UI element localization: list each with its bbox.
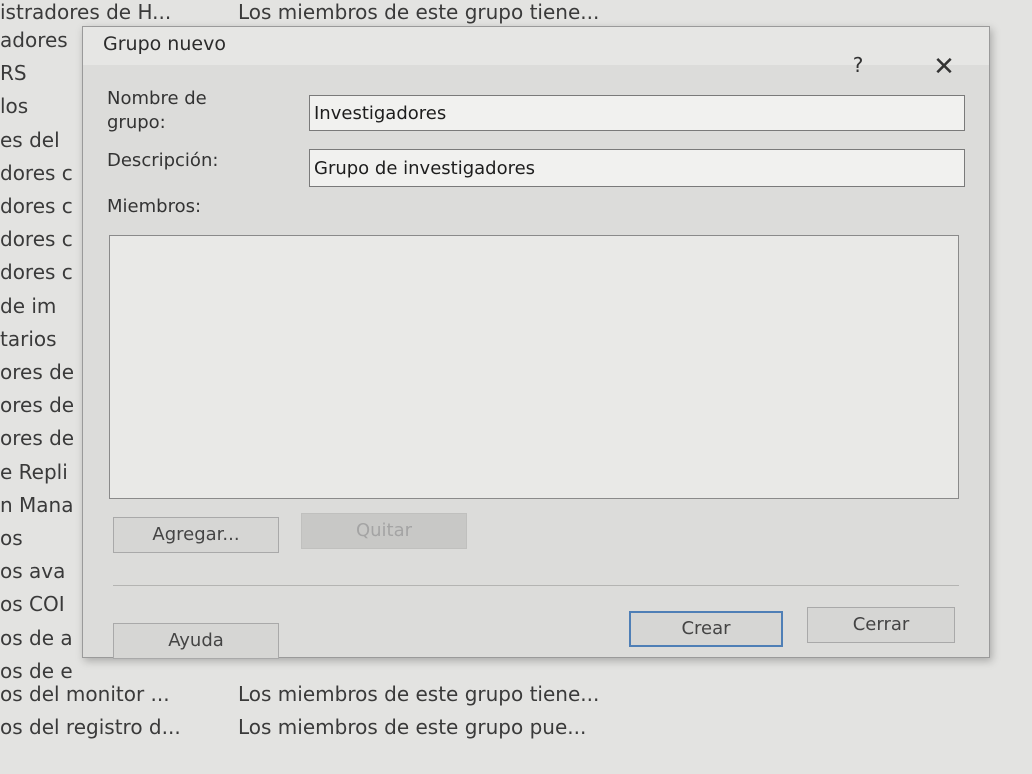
group-name-cell: os del registro d...: [0, 715, 181, 739]
divider: [113, 585, 959, 586]
group-name-cell: os de a: [0, 625, 73, 650]
add-member-button[interactable]: Agregar...: [113, 517, 279, 553]
group-name-cell: n Mana: [0, 492, 74, 517]
group-name-cell: os: [0, 526, 23, 550]
group-description-cell: Los miembros de este grupo tiene...: [238, 682, 600, 706]
group-name-cell: os COI: [0, 592, 65, 617]
group-name-cell: es del: [0, 127, 60, 152]
dialog-title: Grupo nuevo: [103, 33, 226, 55]
group-name-cell: os del monitor ...: [0, 682, 170, 706]
group-name-cell: e Repli: [0, 459, 68, 484]
group-name-cell: ores de: [0, 360, 75, 384]
group-name-label-line2: grupo:: [107, 112, 166, 133]
group-name-cell: ores de: [0, 393, 75, 418]
remove-member-button[interactable]: Quitar: [301, 513, 467, 549]
group-description-cell: Los miembros de este grupo tiene...: [238, 0, 600, 24]
group-name-cell: dores c: [0, 260, 73, 285]
members-list[interactable]: [109, 235, 959, 499]
members-label: Miembros:: [107, 196, 202, 217]
group-name-cell: ores de: [0, 426, 75, 451]
group-name-cell: RS: [0, 61, 27, 86]
group-name-cell: los: [0, 94, 29, 119]
group-name-cell: dores c: [0, 160, 73, 185]
group-name-cell: dores c: [0, 194, 73, 218]
create-button[interactable]: Crear: [629, 611, 783, 647]
group-name-input[interactable]: [309, 95, 965, 131]
group-name-cell: de im: [0, 293, 57, 318]
description-input[interactable]: [309, 149, 965, 187]
group-name-cell: tarios: [0, 326, 57, 351]
help-icon[interactable]: ?: [843, 51, 873, 79]
group-description-cell: Los miembros de este grupo pue...: [238, 715, 587, 739]
group-name-label-line1: Nombre de: [107, 88, 207, 109]
new-group-dialog: Grupo nuevo ? ✕ Nombre de grupo: Descrip…: [82, 26, 990, 659]
description-label: Descripción:: [107, 150, 219, 171]
close-icon[interactable]: ✕: [926, 51, 962, 83]
group-name-cell: dores c: [0, 227, 73, 252]
group-name-cell: adores: [0, 28, 68, 52]
group-name-cell: os ava: [0, 559, 66, 584]
close-button[interactable]: Cerrar: [807, 607, 955, 643]
group-name-label: Nombre de grupo:: [107, 87, 207, 135]
help-button[interactable]: Ayuda: [113, 623, 279, 659]
